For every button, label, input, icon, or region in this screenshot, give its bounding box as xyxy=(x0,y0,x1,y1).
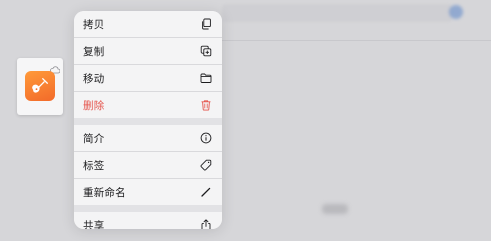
info-icon xyxy=(200,132,212,144)
menu-item-label: 标签 xyxy=(83,159,105,172)
menu-item-label: 删除 xyxy=(83,99,105,112)
copy-icon xyxy=(200,18,212,30)
menu-item-label: 简介 xyxy=(83,132,105,145)
share-icon xyxy=(200,219,212,229)
background-element xyxy=(322,204,348,214)
background-divider xyxy=(222,40,491,41)
pencil-icon xyxy=(200,186,212,198)
document-thumbnail[interactable] xyxy=(17,58,63,115)
background-toolbar xyxy=(222,4,452,22)
background-account-button xyxy=(449,5,463,19)
menu-item-rename[interactable]: 重新命名 xyxy=(74,179,222,205)
trash-icon xyxy=(200,99,212,111)
duplicate-icon xyxy=(200,45,212,57)
menu-item-share[interactable]: 共享 xyxy=(74,212,222,229)
menu-item-label: 拷贝 xyxy=(83,18,105,31)
tag-icon xyxy=(200,159,212,171)
menu-item-move[interactable]: 移动 xyxy=(74,65,222,91)
menu-group-gap xyxy=(74,118,222,125)
menu-item-tags[interactable]: 标签 xyxy=(74,152,222,178)
menu-item-copy[interactable]: 拷贝 xyxy=(74,11,222,37)
menu-item-duplicate[interactable]: 复制 xyxy=(74,38,222,64)
menu-item-label: 移动 xyxy=(83,72,105,85)
menu-item-label: 共享 xyxy=(83,219,105,230)
menu-item-delete[interactable]: 删除 xyxy=(74,92,222,118)
cloud-icon xyxy=(50,59,61,74)
menu-item-label: 重新命名 xyxy=(83,186,126,199)
context-menu: 拷贝 复制 移动 删除 简介 标签 重新命名 共享 xyxy=(74,11,222,229)
menu-group-gap xyxy=(74,205,222,212)
garageband-guitar-icon xyxy=(25,71,55,101)
menu-item-label: 复制 xyxy=(83,45,105,58)
folder-icon xyxy=(200,72,212,84)
menu-item-info[interactable]: 简介 xyxy=(74,125,222,151)
